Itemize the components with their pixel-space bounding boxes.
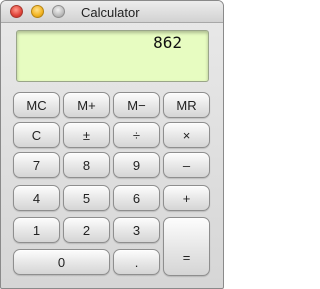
memory-clear-button[interactable]: MC xyxy=(13,92,60,118)
display-value: 862 xyxy=(153,33,182,52)
digit-0-button[interactable]: 0 xyxy=(13,249,110,275)
minimize-button[interactable] xyxy=(31,5,44,18)
digit-4-button[interactable]: 4 xyxy=(13,185,60,211)
memory-subtract-button[interactable]: M− xyxy=(113,92,160,118)
digit-3-button[interactable]: 3 xyxy=(113,217,160,243)
close-button[interactable] xyxy=(10,5,23,18)
digit-9-button[interactable]: 9 xyxy=(113,152,160,178)
memory-add-button[interactable]: M+ xyxy=(63,92,110,118)
digit-6-button[interactable]: 6 xyxy=(113,185,160,211)
result-display: 862 xyxy=(16,30,209,82)
subtract-button[interactable]: – xyxy=(163,152,210,178)
window-title: Calculator xyxy=(81,5,140,20)
clear-button[interactable]: C xyxy=(13,122,60,148)
equals-button[interactable]: = xyxy=(163,217,210,276)
calculator-window: Calculator 862 MC M+ M− MR C ± ÷ × 7 8 9… xyxy=(0,0,224,289)
digit-7-button[interactable]: 7 xyxy=(13,152,60,178)
memory-recall-button[interactable]: MR xyxy=(163,92,210,118)
sign-toggle-button[interactable]: ± xyxy=(63,122,110,148)
title-bar[interactable]: Calculator xyxy=(1,1,223,23)
zoom-button[interactable] xyxy=(52,5,65,18)
digit-2-button[interactable]: 2 xyxy=(63,217,110,243)
digit-8-button[interactable]: 8 xyxy=(63,152,110,178)
digit-5-button[interactable]: 5 xyxy=(63,185,110,211)
add-button[interactable]: + xyxy=(163,185,210,211)
decimal-point-button[interactable]: . xyxy=(113,249,160,275)
multiply-button[interactable]: × xyxy=(163,122,210,148)
divide-button[interactable]: ÷ xyxy=(113,122,160,148)
digit-1-button[interactable]: 1 xyxy=(13,217,60,243)
